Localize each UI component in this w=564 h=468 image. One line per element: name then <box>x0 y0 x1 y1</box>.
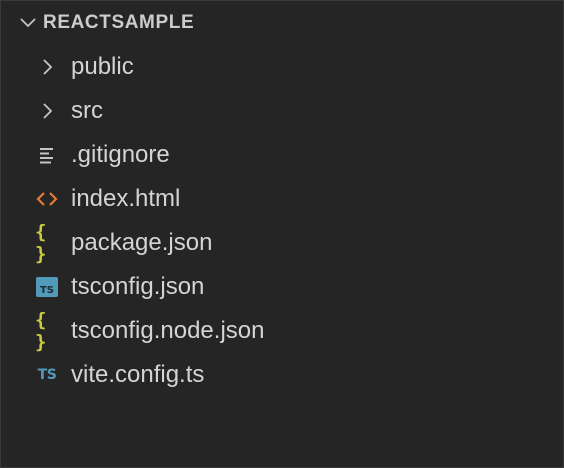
tree-item-label: tsconfig.node.json <box>71 317 265 344</box>
tree-item-src[interactable]: src <box>1 89 563 133</box>
tree-item-label: src <box>71 97 103 124</box>
tree-item-vite-config-ts[interactable]: TS vite.config.ts <box>1 353 563 397</box>
json-icon-glyph: { } <box>35 221 46 265</box>
tree-item-label: tsconfig.json <box>71 273 205 300</box>
tree-item-tsconfig-node-json[interactable]: { } tsconfig.node.json <box>1 309 563 353</box>
tsconfig-icon: TS <box>35 275 59 299</box>
typescript-icon: TS <box>35 363 59 387</box>
tree-item-index-html[interactable]: index.html <box>1 177 563 221</box>
chevron-down-icon[interactable] <box>19 14 37 32</box>
explorer-title: REACTSAMPLE <box>43 12 195 33</box>
tree-item-label: index.html <box>71 185 181 212</box>
chevron-right-icon[interactable] <box>35 99 59 123</box>
tree-item-label: package.json <box>71 229 213 256</box>
tree-item-public[interactable]: public <box>1 45 563 89</box>
tree-item-label: vite.config.ts <box>71 361 205 388</box>
typescript-icon-glyph: TS <box>37 367 57 383</box>
html-icon <box>35 187 59 211</box>
file-explorer: REACTSAMPLE public src .gitignore index.… <box>0 0 564 468</box>
json-icon: { } <box>35 309 59 353</box>
tree-item-package-json[interactable]: { } package.json <box>1 221 563 265</box>
tsconfig-icon-glyph: TS <box>36 277 58 297</box>
json-icon: { } <box>35 221 59 265</box>
json-icon-glyph: { } <box>35 309 46 353</box>
explorer-section-header[interactable]: REACTSAMPLE <box>1 1 563 45</box>
file-tree: public src .gitignore index.html {} pac… <box>1 45 563 397</box>
lines-icon <box>35 143 59 167</box>
chevron-right-icon[interactable] <box>35 55 59 79</box>
tree-item-tsconfig-json[interactable]: TS tsconfig.json <box>1 265 563 309</box>
tree-item-gitignore[interactable]: .gitignore <box>1 133 563 177</box>
tree-item-label: .gitignore <box>71 141 170 168</box>
tree-item-label: public <box>71 53 134 80</box>
